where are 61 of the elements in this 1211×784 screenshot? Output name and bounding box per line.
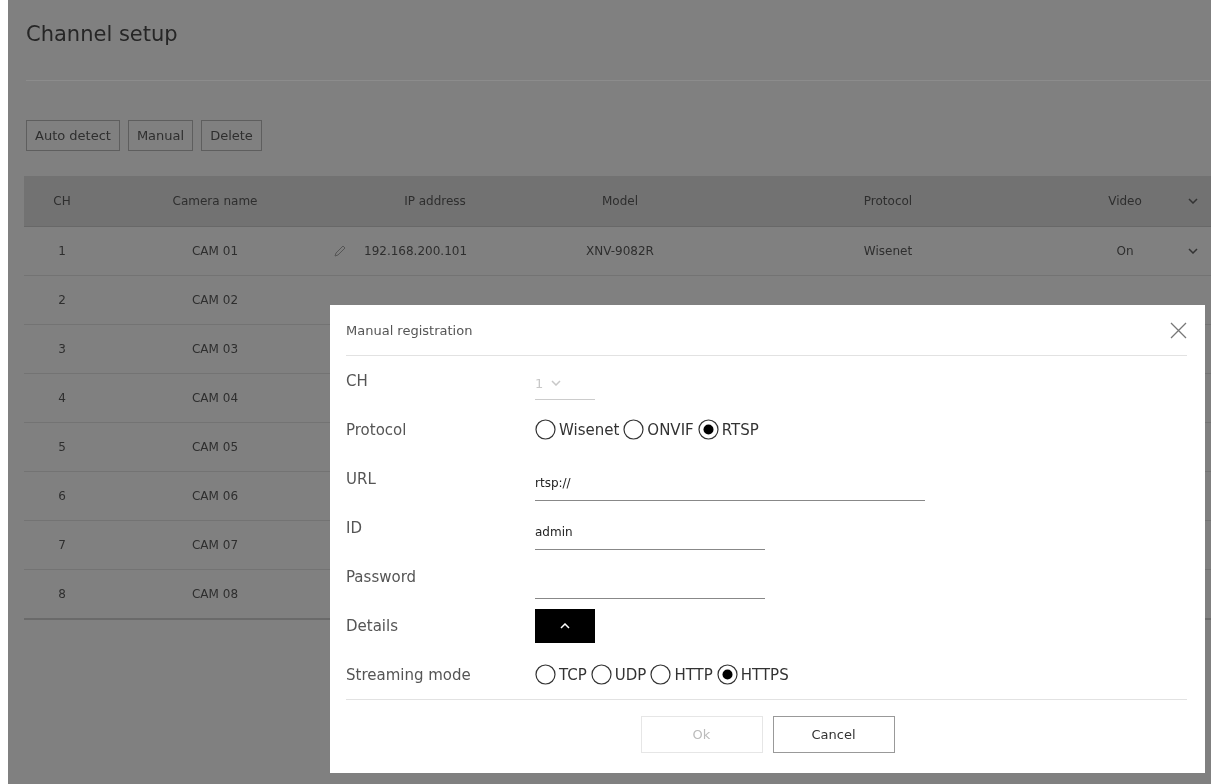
close-icon[interactable] [1170, 321, 1187, 339]
chevron-down-icon [1187, 248, 1198, 254]
details-toggle-button[interactable] [535, 608, 595, 643]
column-header: Protocol [862, 194, 914, 208]
table-cell-text: 6 [57, 489, 67, 503]
table-cell-text: CAM 08 [191, 587, 239, 601]
radio-label: Wisenet [559, 420, 620, 439]
field-label: ID [346, 518, 363, 537]
toolbar-button[interactable]: Manual [127, 120, 194, 151]
table-cell-text: CAM 01 [191, 244, 239, 258]
field-label: Streaming mode [346, 665, 472, 684]
dialog-title: Manual registration [346, 322, 473, 338]
radio-label: RTSP [721, 420, 759, 439]
radio-button[interactable] [716, 664, 738, 685]
column-header: Camera name [171, 194, 259, 208]
toolbar-button[interactable]: Auto detect [26, 120, 120, 151]
radio-label: HTTPS [740, 665, 789, 684]
field-label: Protocol [346, 420, 408, 439]
radio-label: TCP [559, 665, 587, 684]
table-cell: Wisenet [863, 244, 913, 258]
field-label: URL [346, 469, 377, 488]
toolbar-button[interactable]: Delete [201, 120, 262, 151]
table-cell-text: CAM 06 [191, 489, 239, 503]
table-cell-text: 1 [57, 244, 67, 258]
text-field[interactable]: rtsp:// [535, 466, 925, 501]
field-label: CH [346, 371, 369, 390]
radio-button[interactable] [650, 664, 672, 685]
table-cell-text: 5 [57, 440, 67, 454]
table-cell-text: CAM 04 [191, 391, 239, 405]
radio-label: UDP [614, 665, 647, 684]
chevron-down-icon [1187, 198, 1198, 204]
table-cell-text: CAM 03 [191, 342, 239, 356]
radio-button[interactable] [590, 664, 612, 685]
column-header: Model [601, 194, 639, 208]
radio-label: HTTP [674, 665, 713, 684]
radio-button[interactable] [697, 419, 719, 440]
page-title: Channel setup [26, 22, 179, 48]
table-cell: XNV-9082R [586, 244, 654, 258]
radio-button[interactable] [623, 419, 645, 440]
table-cell-text: 8 [57, 587, 67, 601]
field-label: Details [346, 616, 399, 635]
radio-button[interactable] [535, 664, 556, 685]
table-cell-text: CAM 02 [191, 293, 239, 307]
table-cell: On [1116, 244, 1134, 258]
field-label: Password [346, 567, 418, 586]
column-header: Video [1107, 194, 1143, 208]
radio-label: ONVIF [647, 420, 694, 439]
table-cell-text: 7 [57, 538, 67, 552]
dialog-button[interactable]: Cancel [772, 716, 895, 753]
column-header: IP address [403, 194, 467, 208]
table-cell-text: CAM 07 [191, 538, 239, 552]
chevron-down-icon [551, 380, 562, 386]
chevron-up-icon [560, 622, 570, 629]
table-cell-text: 3 [57, 342, 67, 356]
radio-button[interactable] [535, 419, 556, 440]
table-cell-text: 2 [57, 293, 67, 307]
table-cell: 192.168.200.101 [364, 244, 468, 258]
table-cell-text: 4 [57, 391, 67, 405]
table-cell-text: CAM 05 [191, 440, 239, 454]
text-field[interactable]: admin [535, 515, 765, 550]
column-header: CH [52, 194, 72, 208]
